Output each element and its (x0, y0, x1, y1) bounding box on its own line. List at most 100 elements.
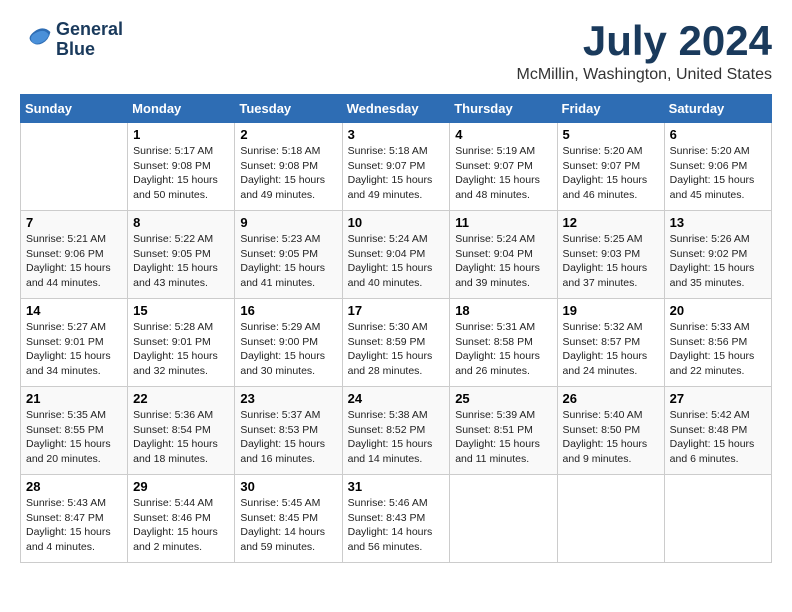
calendar-cell: 19Sunrise: 5:32 AM Sunset: 8:57 PM Dayli… (557, 299, 664, 387)
day-number: 22 (133, 391, 229, 406)
calendar-cell: 8Sunrise: 5:22 AM Sunset: 9:05 PM Daylig… (128, 211, 235, 299)
day-number: 18 (455, 303, 551, 318)
calendar-cell: 21 Sunrise: 5:35 AM Sunset: 8:55 PM Dayli… (21, 387, 128, 475)
day-number: 3 (348, 127, 445, 142)
day-info: Sunrise: 5:37 AM Sunset: 8:53 PM Dayligh… (240, 408, 336, 467)
calendar-cell: 7Sunrise: 5:21 AM Sunset: 9:06 PM Daylig… (21, 211, 128, 299)
day-info: Sunrise: 5:30 AM Sunset: 8:59 PM Dayligh… (348, 320, 445, 379)
calendar-cell: 15Sunrise: 5:28 AM Sunset: 9:01 PM Dayli… (128, 299, 235, 387)
day-number: 25 (455, 391, 551, 406)
day-info: Sunrise: 5:27 AM Sunset: 9:01 PM Dayligh… (26, 320, 122, 379)
day-info: Sunrise: 5:25 AM Sunset: 9:03 PM Dayligh… (563, 232, 659, 291)
day-number: 27 (670, 391, 766, 406)
calendar-cell: 20Sunrise: 5:33 AM Sunset: 8:56 PM Dayli… (664, 299, 771, 387)
day-info: Sunrise: 5:33 AM Sunset: 8:56 PM Dayligh… (670, 320, 766, 379)
calendar-cell: 6 Sunrise: 5:20 AM Sunset: 9:06 PM Daylig… (664, 123, 771, 211)
calendar-cell: 25 Sunrise: 5:39 AM Sunset: 8:51 PM Dayli… (450, 387, 557, 475)
day-number: 12 (563, 215, 659, 230)
calendar-cell: 5 Sunrise: 5:20 AM Sunset: 9:07 PM Daylig… (557, 123, 664, 211)
day-number: 6 (670, 127, 766, 142)
week-row-1: 1 Sunrise: 5:17 AM Sunset: 9:08 PM Daylig… (21, 123, 772, 211)
logo-text: General Blue (56, 20, 123, 60)
day-number: 26 (563, 391, 659, 406)
day-info: Sunrise: 5:40 AM Sunset: 8:50 PM Dayligh… (563, 408, 659, 467)
day-info: Sunrise: 5:20 AM Sunset: 9:07 PM Dayligh… (563, 144, 659, 203)
calendar-cell: 30 Sunrise: 5:45 AM Sunset: 8:45 PM Dayli… (235, 475, 342, 563)
day-number: 30 (240, 479, 336, 494)
calendar-cell: 28 Sunrise: 5:43 AM Sunset: 8:47 PM Dayli… (21, 475, 128, 563)
day-number: 28 (26, 479, 122, 494)
calendar-cell: 4 Sunrise: 5:19 AM Sunset: 9:07 PM Daylig… (450, 123, 557, 211)
day-number: 21 (26, 391, 122, 406)
day-number: 24 (348, 391, 445, 406)
calendar-cell: 1 Sunrise: 5:17 AM Sunset: 9:08 PM Daylig… (128, 123, 235, 211)
day-info: Sunrise: 5:46 AM Sunset: 8:43 PM Dayligh… (348, 496, 445, 555)
day-number: 13 (670, 215, 766, 230)
logo-icon (20, 24, 52, 56)
day-info: Sunrise: 5:21 AM Sunset: 9:06 PM Dayligh… (26, 232, 122, 291)
day-number: 8 (133, 215, 229, 230)
column-header-sunday: Sunday (21, 95, 128, 123)
day-number: 10 (348, 215, 445, 230)
page-header: General Blue July 2024 McMillin, Washing… (20, 20, 772, 84)
day-info: Sunrise: 5:18 AM Sunset: 9:07 PM Dayligh… (348, 144, 445, 203)
week-row-4: 21 Sunrise: 5:35 AM Sunset: 8:55 PM Dayli… (21, 387, 772, 475)
calendar-cell: 16 Sunrise: 5:29 AM Sunset: 9:00 PM Dayli… (235, 299, 342, 387)
day-info: Sunrise: 5:18 AM Sunset: 9:08 PM Dayligh… (240, 144, 336, 203)
day-number: 1 (133, 127, 229, 142)
day-info: Sunrise: 5:17 AM Sunset: 9:08 PM Dayligh… (133, 144, 229, 203)
day-info: Sunrise: 5:19 AM Sunset: 9:07 PM Dayligh… (455, 144, 551, 203)
calendar-cell: 27 Sunrise: 5:42 AM Sunset: 8:48 PM Dayli… (664, 387, 771, 475)
week-row-5: 28 Sunrise: 5:43 AM Sunset: 8:47 PM Dayli… (21, 475, 772, 563)
calendar-cell: 22 Sunrise: 5:36 AM Sunset: 8:54 PM Dayli… (128, 387, 235, 475)
calendar-cell: 13Sunrise: 5:26 AM Sunset: 9:02 PM Dayli… (664, 211, 771, 299)
calendar-cell: 24Sunrise: 5:38 AM Sunset: 8:52 PM Dayli… (342, 387, 450, 475)
day-info: Sunrise: 5:20 AM Sunset: 9:06 PM Dayligh… (670, 144, 766, 203)
column-header-tuesday: Tuesday (235, 95, 342, 123)
calendar-cell: 9 Sunrise: 5:23 AM Sunset: 9:05 PM Daylig… (235, 211, 342, 299)
day-number: 9 (240, 215, 336, 230)
day-number: 29 (133, 479, 229, 494)
day-info: Sunrise: 5:24 AM Sunset: 9:04 PM Dayligh… (455, 232, 551, 291)
calendar-cell (557, 475, 664, 563)
day-number: 14 (26, 303, 122, 318)
column-header-monday: Monday (128, 95, 235, 123)
day-info: Sunrise: 5:43 AM Sunset: 8:47 PM Dayligh… (26, 496, 122, 555)
calendar-cell: 2 Sunrise: 5:18 AM Sunset: 9:08 PM Daylig… (235, 123, 342, 211)
day-info: Sunrise: 5:24 AM Sunset: 9:04 PM Dayligh… (348, 232, 445, 291)
day-number: 16 (240, 303, 336, 318)
day-number: 5 (563, 127, 659, 142)
subtitle: McMillin, Washington, United States (516, 66, 772, 84)
day-info: Sunrise: 5:36 AM Sunset: 8:54 PM Dayligh… (133, 408, 229, 467)
day-info: Sunrise: 5:23 AM Sunset: 9:05 PM Dayligh… (240, 232, 336, 291)
week-row-3: 14 Sunrise: 5:27 AM Sunset: 9:01 PM Dayli… (21, 299, 772, 387)
day-info: Sunrise: 5:44 AM Sunset: 8:46 PM Dayligh… (133, 496, 229, 555)
logo: General Blue (20, 20, 123, 60)
day-info: Sunrise: 5:29 AM Sunset: 9:00 PM Dayligh… (240, 320, 336, 379)
main-title: July 2024 (516, 20, 772, 62)
day-number: 4 (455, 127, 551, 142)
day-info: Sunrise: 5:28 AM Sunset: 9:01 PM Dayligh… (133, 320, 229, 379)
day-info: Sunrise: 5:42 AM Sunset: 8:48 PM Dayligh… (670, 408, 766, 467)
calendar-header: SundayMondayTuesdayWednesdayThursdayFrid… (21, 95, 772, 123)
day-info: Sunrise: 5:45 AM Sunset: 8:45 PM Dayligh… (240, 496, 336, 555)
calendar-cell (450, 475, 557, 563)
calendar-cell: 10 Sunrise: 5:24 AM Sunset: 9:04 PM Dayli… (342, 211, 450, 299)
day-info: Sunrise: 5:39 AM Sunset: 8:51 PM Dayligh… (455, 408, 551, 467)
day-number: 2 (240, 127, 336, 142)
calendar-cell: 11Sunrise: 5:24 AM Sunset: 9:04 PM Dayli… (450, 211, 557, 299)
day-number: 17 (348, 303, 445, 318)
header-row: SundayMondayTuesdayWednesdayThursdayFrid… (21, 95, 772, 123)
day-info: Sunrise: 5:35 AM Sunset: 8:55 PM Dayligh… (26, 408, 122, 467)
calendar-cell: 14 Sunrise: 5:27 AM Sunset: 9:01 PM Dayli… (21, 299, 128, 387)
calendar-cell (664, 475, 771, 563)
day-info: Sunrise: 5:31 AM Sunset: 8:58 PM Dayligh… (455, 320, 551, 379)
calendar-cell: 18 Sunrise: 5:31 AM Sunset: 8:58 PM Dayli… (450, 299, 557, 387)
calendar-cell: 26 Sunrise: 5:40 AM Sunset: 8:50 PM Dayli… (557, 387, 664, 475)
title-section: July 2024 McMillin, Washington, United S… (516, 20, 772, 84)
week-row-2: 7Sunrise: 5:21 AM Sunset: 9:06 PM Daylig… (21, 211, 772, 299)
calendar-table: SundayMondayTuesdayWednesdayThursdayFrid… (20, 94, 772, 563)
calendar-cell: 31Sunrise: 5:46 AM Sunset: 8:43 PM Dayli… (342, 475, 450, 563)
calendar-cell: 12 Sunrise: 5:25 AM Sunset: 9:03 PM Dayli… (557, 211, 664, 299)
calendar-cell: 3 Sunrise: 5:18 AM Sunset: 9:07 PM Daylig… (342, 123, 450, 211)
